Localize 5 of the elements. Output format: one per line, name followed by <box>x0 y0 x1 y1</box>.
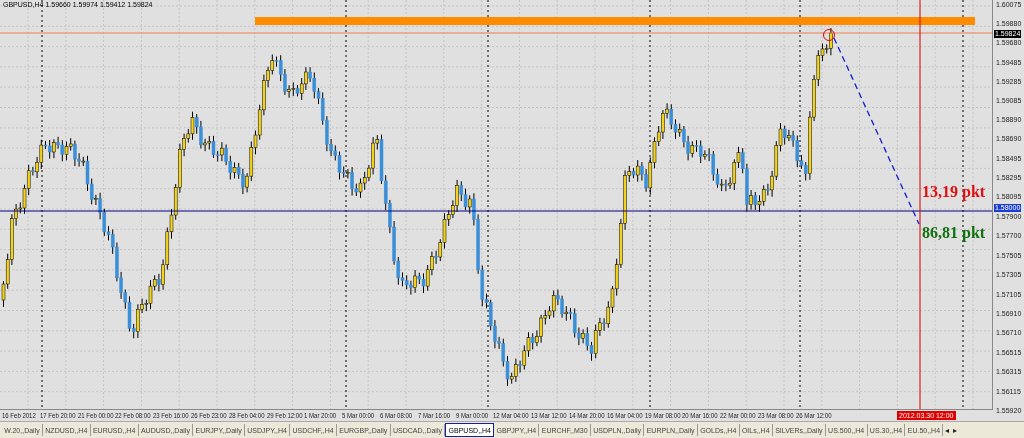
circle-marker <box>823 29 835 41</box>
scroll-right-button[interactable]: ▸ <box>951 424 960 436</box>
scroll-left-button[interactable]: ◂ <box>943 424 952 436</box>
pips-label: 86,81 pkt <box>922 224 986 242</box>
pips-label: 13,19 pkt <box>922 183 986 201</box>
